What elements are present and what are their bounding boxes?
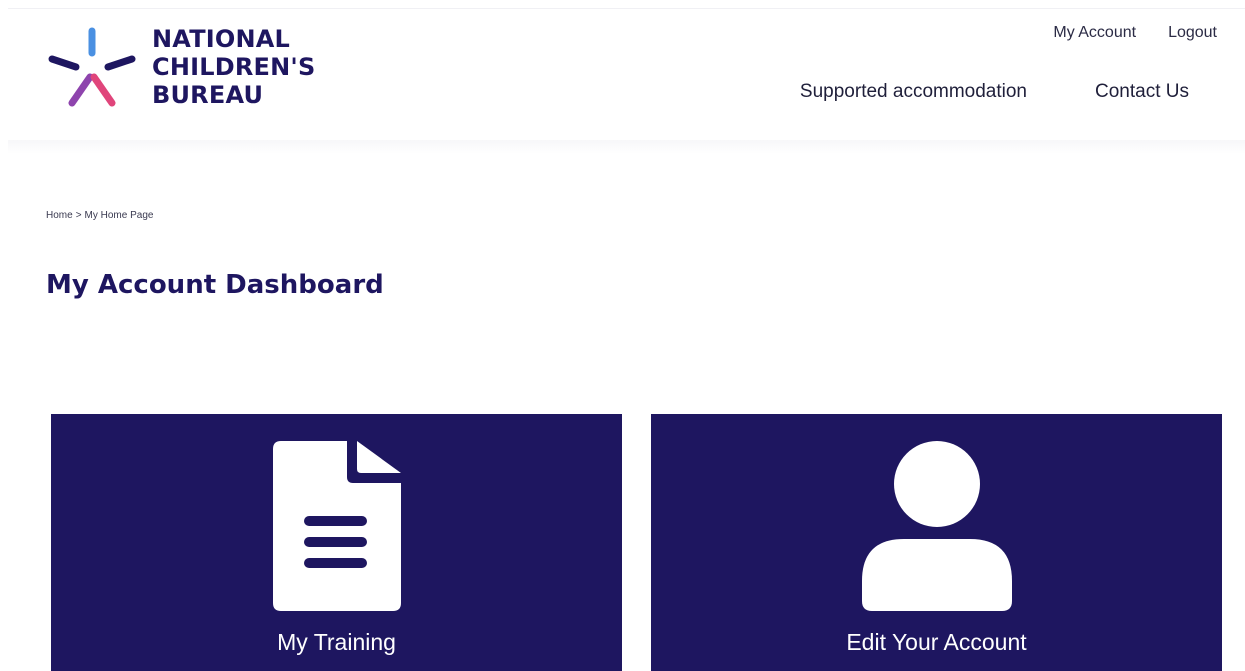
star-burst-logo-icon bbox=[48, 27, 136, 107]
logout-link[interactable]: Logout bbox=[1168, 24, 1217, 42]
my-training-tile[interactable]: My Training bbox=[51, 414, 622, 671]
edit-account-label: Edit Your Account bbox=[846, 629, 1027, 655]
header-divider bbox=[8, 140, 1245, 154]
breadcrumb-home[interactable]: Home bbox=[46, 210, 73, 221]
logo-wordmark: NATIONAL CHILDREN'S BUREAU bbox=[152, 25, 315, 109]
edit-account-tile[interactable]: Edit Your Account bbox=[651, 414, 1222, 671]
page: NATIONAL CHILDREN'S BUREAU My Account Lo… bbox=[0, 0, 1245, 671]
breadcrumb: Home > My Home Page bbox=[46, 210, 153, 221]
my-account-link[interactable]: My Account bbox=[1053, 24, 1136, 42]
nav-contact-us[interactable]: Contact Us bbox=[1095, 81, 1189, 103]
user-icon bbox=[861, 441, 1012, 611]
utility-nav: My Account Logout bbox=[1053, 24, 1217, 42]
logo-line-3: BUREAU bbox=[152, 81, 264, 109]
main-nav: Supported accommodation Contact Us bbox=[800, 81, 1189, 103]
logo-line-1: NATIONAL bbox=[152, 25, 291, 53]
document-icon bbox=[272, 441, 401, 611]
breadcrumb-separator: > bbox=[75, 210, 82, 221]
nav-supported-accommodation[interactable]: Supported accommodation bbox=[800, 81, 1027, 103]
logo-line-2: CHILDREN'S bbox=[152, 53, 316, 81]
breadcrumb-current: My Home Page bbox=[84, 210, 154, 221]
my-training-label: My Training bbox=[277, 629, 396, 655]
site-header: NATIONAL CHILDREN'S BUREAU My Account Lo… bbox=[8, 8, 1245, 140]
site-logo[interactable]: NATIONAL CHILDREN'S BUREAU bbox=[46, 25, 315, 109]
page-title: My Account Dashboard bbox=[46, 270, 384, 300]
